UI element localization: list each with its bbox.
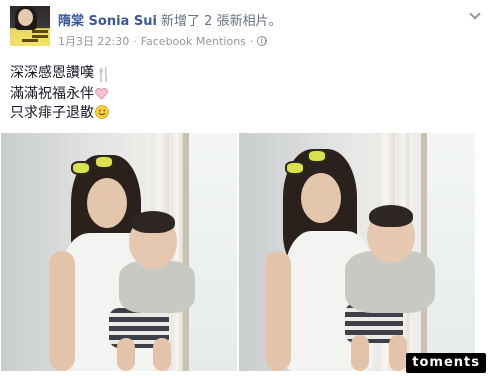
post-text-line-1-text: 深深感恩讚嘆	[10, 65, 94, 81]
post-header: 隋棠 Sonia Sui 新增了 2 張新相片。	[58, 10, 282, 29]
post-text-line-3-text: 只求痱子退散	[10, 105, 94, 121]
post-meta: 1月3日 22:30 · Facebook Mentions ·	[58, 33, 268, 49]
post-text-line-2: 滿滿祝福永伴	[10, 85, 112, 104]
sunglasses	[71, 161, 91, 175]
photo-2[interactable]	[239, 133, 475, 371]
baby-bib	[119, 261, 195, 313]
woman-face	[87, 178, 127, 228]
author-name-link[interactable]: 隋棠 Sonia Sui	[58, 14, 157, 29]
watermark-logo: toments	[406, 353, 486, 373]
woman-arm	[265, 251, 291, 371]
window	[183, 133, 237, 371]
post-text-line-2-text: 滿滿祝福永伴	[10, 86, 94, 102]
avatar-text-mark	[32, 30, 48, 33]
post-text-line-3: 只求痱子退散	[10, 104, 112, 123]
baby-leg	[117, 338, 135, 371]
post-text-line-1: 深深感恩讚嘆🍴	[10, 64, 112, 85]
woman-face	[301, 173, 341, 223]
baby-hair	[369, 205, 413, 227]
baby-leg	[153, 338, 171, 371]
avatar-face	[18, 9, 33, 26]
meta-separator-2: ·	[249, 34, 254, 48]
chevron-down-icon[interactable]	[468, 10, 482, 20]
post-action-text: 新增了 2 張新相片。	[156, 14, 282, 29]
sunglasses	[94, 155, 114, 169]
post-timestamp-link[interactable]: 1月3日 22:30	[58, 33, 129, 49]
window	[421, 133, 475, 371]
app-source-link[interactable]: Facebook Mentions	[141, 35, 246, 48]
heart-icon	[95, 87, 108, 100]
smile-icon	[95, 105, 109, 119]
page-avatar[interactable]	[10, 6, 50, 46]
baby-leg	[389, 335, 407, 371]
baby-leg	[351, 335, 369, 371]
photo-1[interactable]	[1, 133, 237, 371]
globe-icon[interactable]	[257, 36, 268, 46]
sunglasses	[285, 161, 305, 175]
post-text: 深深感恩讚嘆🍴 滿滿祝福永伴 只求痱子退散	[10, 64, 112, 123]
sunglasses	[307, 149, 327, 163]
woman-arm	[49, 251, 75, 371]
baby-hair	[131, 211, 175, 233]
fork-knife-icon: 🍴	[95, 67, 113, 83]
meta-separator: ·	[133, 34, 137, 48]
